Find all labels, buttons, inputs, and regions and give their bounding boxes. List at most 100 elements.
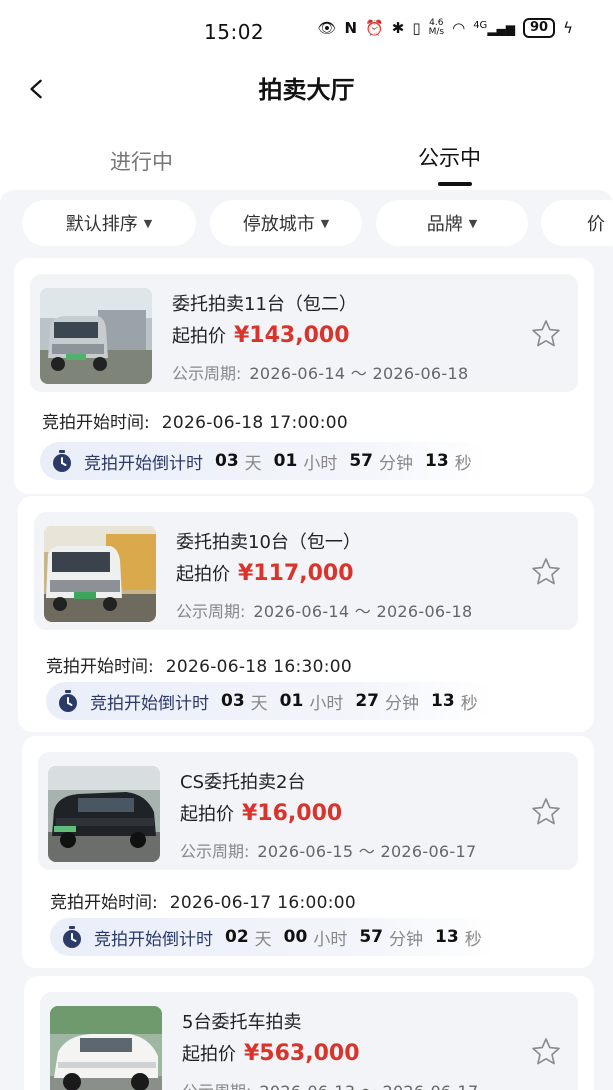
content-area: 默认排序 ▼ 停放城市 ▼ 品牌 ▼ 价 委托拍卖11台（包二） 起拍价 ¥14… bbox=[0, 190, 613, 1090]
status-bar: 15:02 👁 N ⏰ ✱ ▯ 4.6 M/s ◠ 4G▂▄▆ 90 ϟ bbox=[0, 0, 613, 60]
auction-start-label: 竞拍开始时间: bbox=[50, 893, 158, 913]
auction-card[interactable]: 委托拍卖10台（包一） 起拍价 ¥117,000 公示周期: 2026-06-14… bbox=[18, 496, 594, 732]
countdown-label: 竞拍开始倒计时 bbox=[84, 453, 203, 474]
filter-brand[interactable]: 品牌 ▼ bbox=[376, 200, 528, 246]
starting-price-value: ¥563,000 bbox=[244, 1041, 360, 1066]
auction-start-label: 竞拍开始时间: bbox=[46, 657, 154, 677]
announce-period-label: 公示周期: bbox=[172, 364, 242, 383]
starting-price-row: 起拍价 ¥117,000 bbox=[176, 560, 354, 586]
status-time: 15:02 bbox=[204, 20, 265, 44]
star-icon bbox=[532, 320, 560, 347]
countdown-bar: 竞拍开始倒计时 03 天 01 小时 27 分钟 13 秒 bbox=[46, 682, 494, 720]
auction-start-row: 竞拍开始时间: 2026-06-18 16:30:00 bbox=[46, 652, 352, 677]
starting-price-value: ¥117,000 bbox=[238, 561, 354, 586]
battery-indicator: 90 bbox=[523, 18, 556, 38]
timer-icon bbox=[59, 690, 77, 712]
lot-title: 5台委托车拍卖 bbox=[182, 1012, 302, 1033]
filter-sort[interactable]: 默认排序 ▼ bbox=[22, 200, 196, 246]
lot-title: 委托拍卖11台（包二） bbox=[172, 294, 357, 315]
countdown-seconds: 13 bbox=[431, 691, 455, 711]
announce-period-label: 公示周期: bbox=[180, 842, 250, 861]
header: 拍卖大厅 bbox=[0, 60, 613, 116]
page-title: 拍卖大厅 bbox=[258, 76, 355, 104]
auction-start-row: 竞拍开始时间: 2026-06-18 17:00:00 bbox=[42, 408, 348, 433]
starting-price-row: 起拍价 ¥16,000 bbox=[180, 800, 342, 826]
bluetooth-icon: ✱ bbox=[391, 19, 405, 37]
auction-start-value: 2026-06-18 16:30:00 bbox=[165, 657, 352, 677]
starting-price-row: 起拍价 ¥563,000 bbox=[182, 1040, 360, 1066]
auction-start-label: 竞拍开始时间: bbox=[42, 413, 150, 433]
filter-brand-label: 品牌 bbox=[426, 214, 463, 235]
tab-in-progress[interactable]: 进行中 bbox=[110, 146, 173, 176]
unit-minute: 分钟 bbox=[389, 929, 424, 950]
wifi-icon: ◠ bbox=[452, 19, 466, 37]
favorite-button[interactable] bbox=[530, 556, 562, 588]
countdown-hours: 01 bbox=[273, 451, 298, 471]
auction-card[interactable]: CS委托拍卖2台 起拍价 ¥16,000 公示周期: 2026-06-15 ～ 2… bbox=[22, 736, 594, 968]
countdown-hours: 00 bbox=[283, 927, 308, 947]
lot-title: 委托拍卖10台（包一） bbox=[176, 532, 361, 553]
filter-price[interactable]: 价 bbox=[541, 200, 613, 246]
announce-period-value: 2026-06-13 ～ 2026-06-17 bbox=[259, 1082, 478, 1090]
unit-minute: 分钟 bbox=[385, 693, 420, 714]
auction-card[interactable]: 委托拍卖11台（包二） 起拍价 ¥143,000 公示周期: 2026-06-14… bbox=[14, 258, 594, 494]
favorite-button[interactable] bbox=[530, 1036, 562, 1068]
starting-price-value: ¥143,000 bbox=[234, 323, 350, 348]
countdown-minutes: 57 bbox=[359, 927, 384, 947]
unit-day: 天 bbox=[244, 453, 262, 474]
vehicle-photo bbox=[50, 1006, 162, 1090]
filter-bar: 默认排序 ▼ 停放城市 ▼ 品牌 ▼ 价 bbox=[0, 200, 613, 250]
charging-icon: ϟ bbox=[563, 19, 573, 37]
auction-start-value: 2026-06-18 17:00:00 bbox=[161, 413, 348, 433]
starting-price-label: 起拍价 bbox=[172, 326, 226, 347]
star-icon bbox=[532, 558, 560, 585]
tab-bar: 进行中 公示中 bbox=[0, 136, 613, 190]
unit-hour: 小时 bbox=[303, 453, 338, 474]
unit-second: 秒 bbox=[454, 453, 472, 474]
countdown-bar: 竞拍开始倒计时 03 天 01 小时 57 分钟 13 秒 bbox=[40, 442, 488, 480]
filter-sort-label: 默认排序 bbox=[65, 214, 138, 235]
favorite-button[interactable] bbox=[530, 318, 562, 350]
countdown-days: 02 bbox=[225, 927, 249, 947]
filter-city[interactable]: 停放城市 ▼ bbox=[210, 200, 362, 246]
net-speed-unit: M/s bbox=[428, 27, 445, 37]
unit-second: 秒 bbox=[460, 693, 478, 714]
unit-hour: 小时 bbox=[313, 929, 348, 950]
eye-icon: 👁 bbox=[317, 19, 337, 37]
countdown-minutes: 27 bbox=[355, 691, 380, 711]
lot-summary[interactable]: CS委托拍卖2台 起拍价 ¥16,000 公示周期: 2026-06-15 ～ 2… bbox=[38, 752, 578, 870]
caret-down-icon: ▼ bbox=[468, 216, 478, 230]
filter-price-label: 价 bbox=[587, 214, 605, 235]
starting-price-value: ¥16,000 bbox=[242, 801, 343, 826]
countdown-seconds: 13 bbox=[425, 451, 449, 471]
vibrate-icon: ▯ bbox=[412, 19, 421, 37]
lot-summary[interactable]: 5台委托车拍卖 起拍价 ¥563,000 公示周期: 2026-06-13 ～ 2… bbox=[40, 992, 578, 1090]
announce-period-value: 2026-06-15 ～ 2026-06-17 bbox=[257, 842, 477, 861]
unit-minute: 分钟 bbox=[379, 453, 414, 474]
starting-price-label: 起拍价 bbox=[180, 804, 234, 825]
countdown-minutes: 57 bbox=[349, 451, 374, 471]
unit-hour: 小时 bbox=[309, 693, 344, 714]
cell-signal: 4G▂▄▆ bbox=[473, 20, 515, 36]
alarm-icon: ⏰ bbox=[365, 19, 384, 37]
auction-card[interactable]: 5台委托车拍卖 起拍价 ¥563,000 公示周期: 2026-06-13 ～ 2… bbox=[24, 976, 594, 1090]
caret-down-icon: ▼ bbox=[320, 216, 330, 230]
lot-summary[interactable]: 委托拍卖10台（包一） 起拍价 ¥117,000 公示周期: 2026-06-14… bbox=[34, 512, 578, 630]
timer-icon bbox=[53, 450, 71, 472]
tab-announcing[interactable]: 公示中 bbox=[418, 142, 481, 172]
countdown-bar: 竞拍开始倒计时 02 天 00 小时 57 分钟 13 秒 bbox=[50, 918, 498, 956]
countdown-days: 03 bbox=[215, 451, 239, 471]
auction-start-value: 2026-06-17 16:00:00 bbox=[169, 893, 356, 913]
caret-down-icon: ▼ bbox=[143, 216, 153, 230]
announce-period-label: 公示周期: bbox=[182, 1082, 251, 1090]
lot-summary[interactable]: 委托拍卖11台（包二） 起拍价 ¥143,000 公示周期: 2026-06-14… bbox=[30, 274, 578, 392]
favorite-button[interactable] bbox=[530, 796, 562, 828]
announce-period-value: 2026-06-14 ～ 2026-06-18 bbox=[253, 602, 473, 621]
status-icons: 👁 N ⏰ ✱ ▯ 4.6 M/s ◠ 4G▂▄▆ 90 ϟ bbox=[317, 18, 573, 38]
vehicle-photo bbox=[48, 766, 160, 862]
announce-period-row: 公示周期: 2026-06-15 ～ 2026-06-17 bbox=[180, 838, 476, 862]
net-speed: 4.6 M/s bbox=[429, 19, 445, 37]
unit-day: 天 bbox=[254, 929, 272, 950]
countdown-seconds: 13 bbox=[435, 927, 459, 947]
auction-start-row: 竞拍开始时间: 2026-06-17 16:00:00 bbox=[50, 888, 356, 913]
